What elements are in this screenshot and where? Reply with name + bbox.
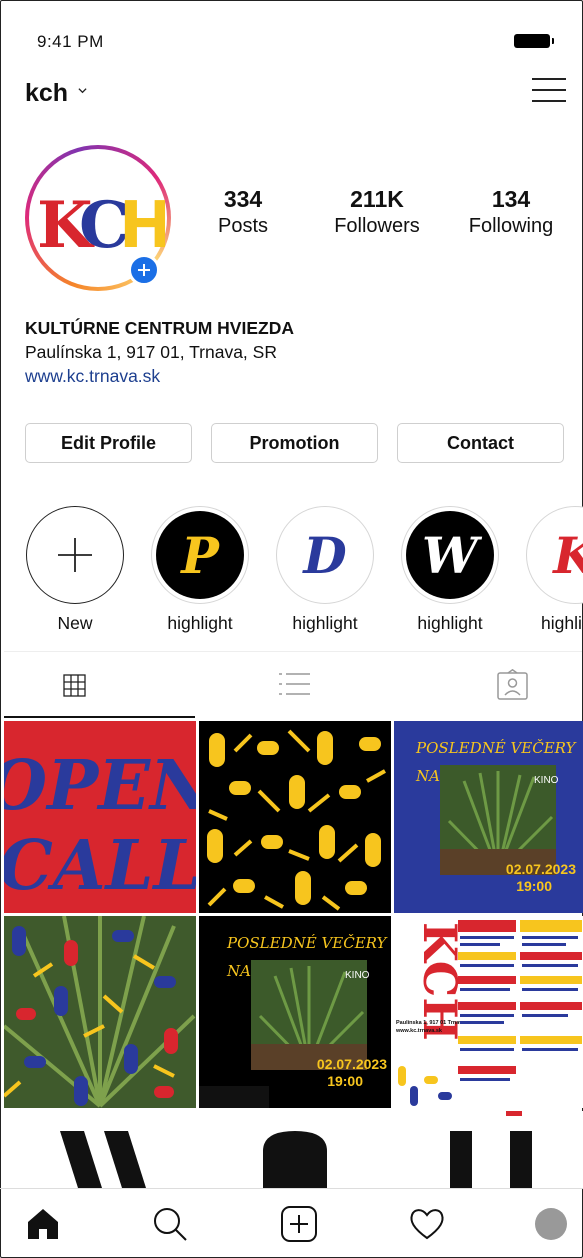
post-plant-pattern[interactable] bbox=[4, 916, 196, 1108]
battery-icon bbox=[514, 34, 554, 48]
home-icon[interactable] bbox=[25, 1206, 61, 1242]
stat-following-value: 134 bbox=[491, 186, 531, 212]
new-highlight-circle[interactable] bbox=[26, 506, 124, 604]
post-pattern-yellow[interactable] bbox=[199, 721, 391, 913]
post-program-poster[interactable]: KCH Paulínska 1, 917 01 Trnava www.kc.tr… bbox=[394, 916, 583, 1108]
promotion-button[interactable]: Promotion bbox=[211, 423, 378, 463]
kch-logo: K C H bbox=[37, 188, 165, 255]
highlight-label: highlight bbox=[292, 613, 358, 633]
bottom-nav-divider bbox=[0, 1188, 583, 1189]
tagged-icon[interactable] bbox=[497, 669, 528, 700]
highlight-cover: D bbox=[281, 511, 369, 599]
post-kino-time: 19:00 bbox=[327, 1073, 363, 1089]
post-glyph-image bbox=[450, 1111, 532, 1188]
edit-profile-button[interactable]: Edit Profile bbox=[25, 423, 192, 463]
stat-following[interactable]: 134 Following bbox=[451, 186, 571, 238]
highlight-label: highli bbox=[541, 613, 582, 633]
highlight-item-partial[interactable]: K highli bbox=[526, 506, 583, 656]
highlight-item[interactable]: P highlight bbox=[151, 506, 249, 634]
list-icon[interactable] bbox=[279, 672, 311, 697]
profile-address: Paulínska 1, 917 01, Trnava, SR bbox=[25, 342, 277, 362]
stat-posts-label: Posts bbox=[217, 215, 269, 237]
highlight-item[interactable]: D highlight bbox=[276, 506, 374, 634]
highlight-label: highlight bbox=[167, 613, 233, 633]
stat-following-label: Following bbox=[468, 215, 554, 237]
post-open-call[interactable]: OPEN CALL bbox=[4, 721, 196, 913]
contact-button[interactable]: Contact bbox=[397, 423, 564, 463]
stat-followers-value: 211K bbox=[350, 186, 404, 212]
post-kino-2[interactable]: POSLEDNÉ VEČERY NA ZEMI KINO 02.07.2023 … bbox=[199, 916, 391, 1108]
post-kino-title-1: POSLEDNÉ VEČERY bbox=[415, 738, 577, 757]
highlight-cover: P bbox=[156, 511, 244, 599]
username-switcher[interactable]: kch bbox=[25, 79, 68, 108]
grid-icon[interactable] bbox=[63, 674, 86, 697]
post-kino-title-1: POSLEDNÉ VEČERY bbox=[226, 933, 388, 952]
poster-address: Paulínska 1, 917 01 Trnava bbox=[396, 1020, 466, 1026]
highlight-cover: K bbox=[531, 511, 583, 599]
svg-text:H: H bbox=[119, 189, 165, 255]
profile-website-link[interactable]: www.kc.trnava.sk bbox=[25, 366, 160, 387]
status-time: 9:41 PM bbox=[37, 32, 104, 51]
stat-followers[interactable]: 211K Followers bbox=[317, 186, 437, 238]
post-text-call: CALL bbox=[4, 826, 196, 906]
highlight-label: highlight bbox=[417, 613, 483, 633]
menu-icon[interactable] bbox=[532, 78, 566, 104]
highlight-cover: W bbox=[406, 511, 494, 599]
post-glyph-image bbox=[60, 1131, 146, 1188]
profile-avatar-icon[interactable] bbox=[535, 1208, 567, 1240]
post-kino-time: 19:00 bbox=[516, 878, 552, 894]
stat-posts[interactable]: 334 Posts bbox=[183, 186, 303, 238]
search-icon[interactable] bbox=[152, 1206, 188, 1242]
highlight-label: New bbox=[57, 613, 93, 633]
poster-web: www.kc.trnava.sk bbox=[395, 1028, 443, 1034]
post-kino-tag: KINO bbox=[534, 775, 559, 786]
highlight-item[interactable]: W highlight bbox=[401, 506, 499, 634]
plant-pattern-image bbox=[4, 916, 196, 1108]
post-letter-2[interactable] bbox=[199, 1111, 391, 1188]
activity-heart-icon[interactable] bbox=[409, 1206, 445, 1242]
post-kino-date: 02.07.2023 bbox=[317, 1056, 387, 1072]
post-kino-1[interactable]: POSLEDNÉ VEČERY NA ZEMI KINO 02.07.2023 … bbox=[394, 721, 583, 913]
post-kino-tag: KINO bbox=[345, 970, 370, 981]
active-tab-indicator bbox=[4, 716, 195, 718]
plus-icon bbox=[58, 538, 92, 572]
add-story-plus-icon[interactable] bbox=[128, 254, 160, 286]
yellow-glyph-pattern bbox=[207, 729, 386, 911]
post-kino-date: 02.07.2023 bbox=[506, 861, 576, 877]
highlight-new[interactable]: New bbox=[26, 506, 124, 634]
post-glyph-image bbox=[263, 1131, 327, 1188]
new-post-icon[interactable] bbox=[281, 1206, 317, 1242]
profile-name: KULTÚRNE CENTRUM HVIEZDA bbox=[25, 318, 294, 338]
post-letter-1[interactable] bbox=[4, 1111, 196, 1188]
stat-posts-value: 334 bbox=[223, 186, 263, 212]
tabs-divider bbox=[4, 651, 582, 652]
chevron-down-icon[interactable] bbox=[78, 86, 87, 95]
post-text-open: OPEN bbox=[4, 746, 196, 826]
post-letter-3[interactable] bbox=[394, 1111, 583, 1188]
stat-followers-label: Followers bbox=[334, 215, 420, 237]
